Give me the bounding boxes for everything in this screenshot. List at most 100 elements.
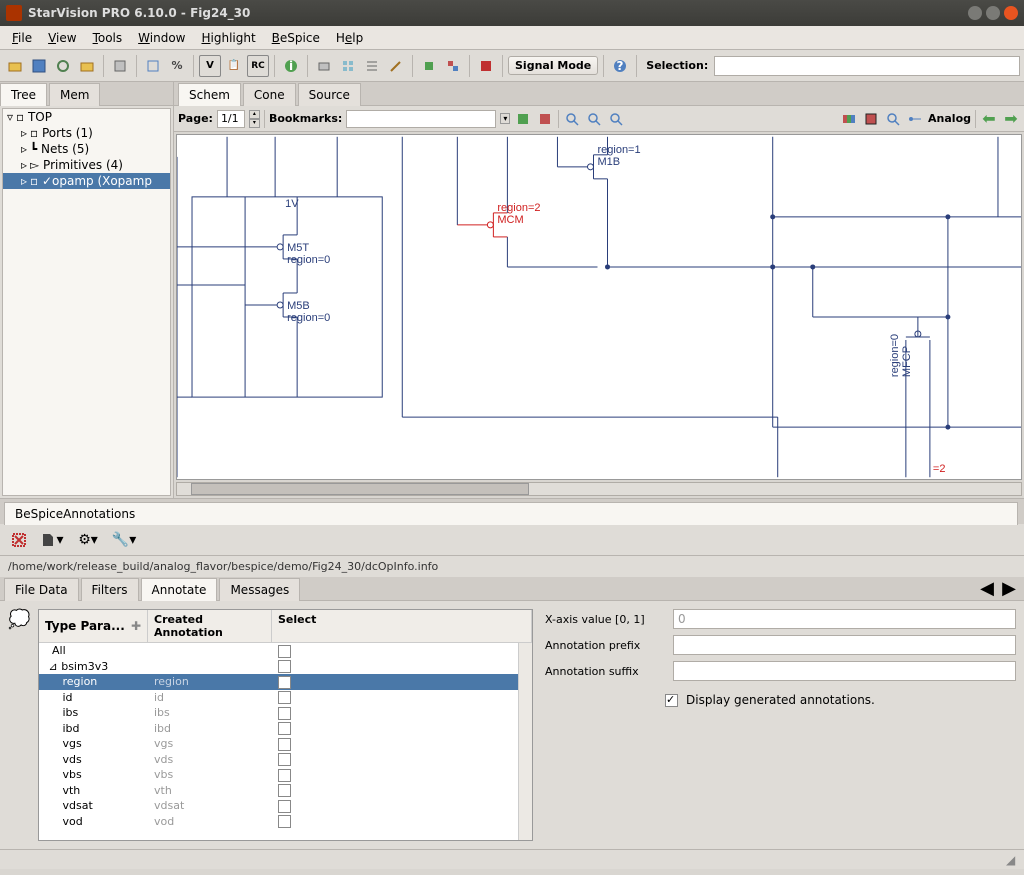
table-row[interactable]: vbsvbs (39, 767, 518, 783)
tree-item-ports[interactable]: ▹▫ Ports (1) (3, 125, 170, 141)
zoom-in-icon[interactable] (585, 110, 603, 128)
view-icon[interactable] (862, 110, 880, 128)
zoom-out-icon[interactable] (607, 110, 625, 128)
tab-tree[interactable]: Tree (0, 83, 47, 106)
tab-schem[interactable]: Schem (178, 83, 241, 106)
select-checkbox[interactable] (278, 784, 291, 797)
display-checkbox[interactable] (665, 694, 678, 707)
select-checkbox[interactable] (278, 815, 291, 828)
xaxis-input[interactable] (673, 609, 1016, 629)
nav1-icon[interactable] (418, 55, 440, 77)
prefix-input[interactable] (673, 635, 1016, 655)
v-button[interactable]: V (199, 55, 221, 77)
nav2-icon[interactable] (442, 55, 464, 77)
reload-icon[interactable] (76, 55, 98, 77)
param-table-scrollbar[interactable] (518, 643, 532, 840)
bookmark-del-icon[interactable] (536, 110, 554, 128)
page-spinner[interactable]: ▴▾ (249, 110, 260, 128)
tab-annotate[interactable]: Annotate (141, 578, 218, 601)
select-checkbox[interactable] (278, 722, 291, 735)
menu-help[interactable]: Help (328, 29, 371, 47)
select-checkbox[interactable] (278, 691, 291, 704)
select-checkbox[interactable] (278, 738, 291, 751)
table-row[interactable]: All (39, 643, 518, 659)
col-type-param[interactable]: Type Para...✚ (39, 610, 148, 642)
grid-icon[interactable] (337, 55, 359, 77)
table-row[interactable]: ⊿ bsim3v3 (39, 659, 518, 675)
schematic-canvas[interactable]: 1V M5T region=0 M5B region=0 (176, 134, 1022, 480)
nav-prev-icon[interactable]: ◀ (976, 577, 998, 600)
resize-grip[interactable]: ◢ (1006, 853, 1020, 867)
tab-source[interactable]: Source (298, 83, 361, 106)
tab-messages[interactable]: Messages (219, 578, 300, 601)
i-button[interactable]: 📋 (223, 55, 245, 77)
tab-file-data[interactable]: File Data (4, 578, 79, 601)
open-icon[interactable] (4, 55, 26, 77)
col-select[interactable]: Select (272, 610, 532, 642)
select-checkbox[interactable] (278, 707, 291, 720)
tab-mem[interactable]: Mem (49, 83, 100, 106)
forward-icon[interactable]: ➡ (1002, 110, 1020, 128)
help-icon[interactable]: ? (609, 55, 631, 77)
select-checkbox[interactable] (278, 753, 291, 766)
wire-icon[interactable] (906, 110, 924, 128)
db-icon[interactable] (142, 55, 164, 77)
speech-icon[interactable]: 💭 (8, 609, 32, 841)
tree-item-opamp[interactable]: ▹▫ ✓opamp (Xopamp (3, 173, 170, 189)
delete-icon[interactable] (8, 529, 30, 551)
rc-button[interactable]: RC (247, 55, 269, 77)
selection-input[interactable] (714, 56, 1020, 76)
tab-cone[interactable]: Cone (243, 83, 296, 106)
select-checkbox[interactable] (278, 676, 291, 689)
info-icon[interactable]: i (280, 55, 302, 77)
refresh-icon[interactable] (52, 55, 74, 77)
menu-view[interactable]: View (40, 29, 84, 47)
bookmark-dropdown[interactable]: ▾ (500, 113, 510, 124)
find-icon[interactable] (884, 110, 902, 128)
table-row[interactable]: ibdibd (39, 721, 518, 737)
design-tree[interactable]: ▿▫ TOP ▹▫ Ports (1) ▹┗ Nets (5) ▹▻ Primi… (2, 108, 171, 496)
page-input[interactable] (217, 110, 245, 128)
wrench-dropdown[interactable]: 🔧▾ (110, 529, 138, 551)
table-row[interactable]: idid (39, 690, 518, 706)
schematic-scrollbar-h[interactable] (176, 482, 1022, 496)
table-row[interactable]: vdsvds (39, 752, 518, 768)
tree-item-nets[interactable]: ▹┗ Nets (5) (3, 141, 170, 157)
table-row[interactable]: ibsibs (39, 705, 518, 721)
menu-tools[interactable]: Tools (85, 29, 131, 47)
table-row[interactable]: vodvod (39, 814, 518, 830)
table-row[interactable]: vthvth (39, 783, 518, 799)
table-row[interactable]: vgsvgs (39, 736, 518, 752)
undo-icon[interactable] (109, 55, 131, 77)
menu-window[interactable]: Window (130, 29, 193, 47)
stop-icon[interactable] (475, 55, 497, 77)
tab-bespice-annotations[interactable]: BeSpiceAnnotations (4, 502, 1018, 525)
select-checkbox[interactable] (278, 769, 291, 782)
bookmarks-combo[interactable] (346, 110, 496, 128)
minimize-button[interactable] (968, 6, 982, 20)
file-dropdown[interactable]: ▾ (38, 529, 66, 551)
suffix-input[interactable] (673, 661, 1016, 681)
signal-mode-button[interactable]: Signal Mode (508, 56, 598, 75)
table-row[interactable]: regionregion (39, 674, 518, 690)
print-icon[interactable] (313, 55, 335, 77)
param-table-body[interactable]: All ⊿ bsim3v3 regionregion idid ibsibs i… (39, 643, 518, 840)
nav-next-icon[interactable]: ▶ (998, 577, 1020, 600)
tree-item-primitives[interactable]: ▹▻ Primitives (4) (3, 157, 170, 173)
zoom-fit-icon[interactable] (563, 110, 581, 128)
menu-file[interactable]: File (4, 29, 40, 47)
gear-dropdown[interactable]: ⚙▾ (74, 529, 102, 551)
maximize-button[interactable] (986, 6, 1000, 20)
color-icon[interactable] (840, 110, 858, 128)
select-checkbox[interactable] (278, 800, 291, 813)
col-created-annotation[interactable]: Created Annotation (148, 610, 272, 642)
back-icon[interactable]: ⬅ (980, 110, 998, 128)
pencil-icon[interactable] (385, 55, 407, 77)
select-checkbox[interactable] (278, 645, 291, 658)
percent-icon[interactable]: % (166, 55, 188, 77)
save-icon[interactable] (28, 55, 50, 77)
close-button[interactable] (1004, 6, 1018, 20)
bookmark-add-icon[interactable] (514, 110, 532, 128)
list-icon[interactable] (361, 55, 383, 77)
select-checkbox[interactable] (278, 660, 291, 673)
